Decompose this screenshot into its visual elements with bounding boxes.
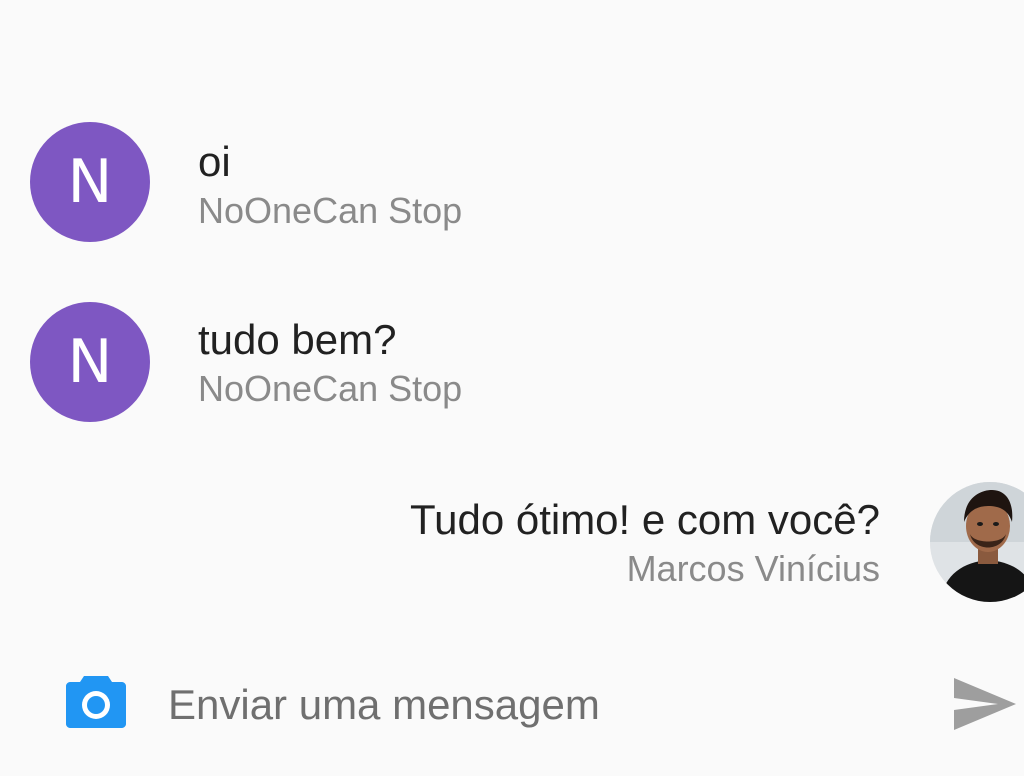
send-button[interactable]	[952, 676, 1018, 732]
profile-photo	[930, 482, 1024, 602]
message-composer	[0, 648, 1024, 760]
send-icon	[954, 678, 1016, 730]
message-author: NoOneCan Stop	[198, 368, 463, 409]
camera-icon	[66, 676, 126, 728]
message-item-own: Tudo ótimo! e com você? Marcos Vinícius	[0, 482, 1024, 612]
message-item: N tudo bem? NoOneCan Stop	[0, 302, 1024, 432]
message-author: NoOneCan Stop	[198, 190, 463, 231]
avatar[interactable]: N	[30, 302, 150, 422]
avatar[interactable]: N	[30, 122, 150, 242]
camera-button[interactable]	[66, 674, 126, 728]
avatar-photo[interactable]	[930, 482, 1024, 602]
message-text: tudo bem?	[198, 316, 397, 363]
message-item: N oi NoOneCan Stop	[0, 122, 1024, 252]
message-text: Tudo ótimo! e com você?	[410, 496, 880, 543]
chat-screen: N oi NoOneCan Stop N tudo bem? NoOneCan …	[0, 0, 1024, 776]
message-text: oi	[198, 138, 231, 185]
message-input[interactable]	[168, 670, 908, 740]
message-author: Marcos Vinícius	[626, 548, 880, 589]
